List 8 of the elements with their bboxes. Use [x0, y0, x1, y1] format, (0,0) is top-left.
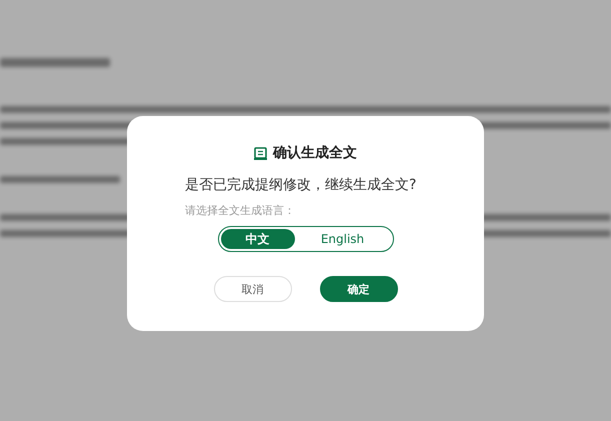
confirm-question: 是否已完成提纲修改，继续生成全文? [185, 176, 416, 194]
language-option[interactable]: English [294, 229, 390, 249]
cancel-button[interactable]: 取消 [214, 276, 292, 302]
book-icon [254, 146, 267, 160]
dialog-title: 确认生成全文 [273, 144, 357, 162]
confirm-button[interactable]: 确定 [320, 276, 398, 302]
language-label: 请选择全文生成语言： [185, 203, 295, 218]
language-option[interactable]: 中文 [220, 229, 294, 249]
